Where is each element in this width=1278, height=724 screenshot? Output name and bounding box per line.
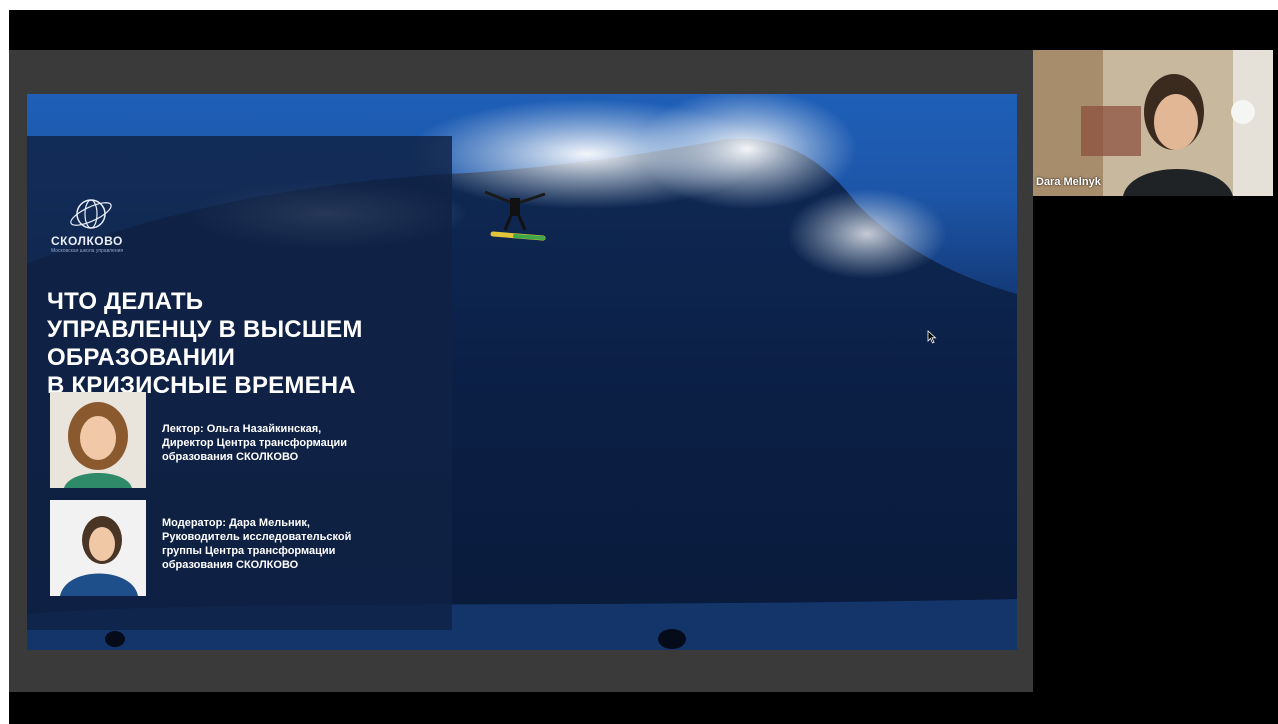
moderator-line: Модератор: Дара Мельник, [162,517,310,529]
logo-text: СКОЛКОВО [51,234,123,248]
skolkovo-logo: СКОЛКОВО Московская школа управления [49,196,149,256]
moderator-info: Модератор: Дара Мельник, Руководитель ис… [162,516,351,572]
lecturer-line: Лектор: Ольга Назайкинская, [162,423,322,435]
meeting-window: СКОЛКОВО Московская школа управления ЧТО… [9,10,1278,724]
participant-video-tile[interactable]: Dara Melnyk [1033,50,1273,196]
moderator-block: Модератор: Дара Мельник, Руководитель ис… [50,500,430,598]
moderator-photo [50,500,146,596]
lecturer-block: Лектор: Ольга Назайкинская, Директор Цен… [50,392,430,490]
title-line: ОБРАЗОВАНИИ [47,344,236,371]
screen-share-area: СКОЛКОВО Московская школа управления ЧТО… [9,50,1033,692]
skolkovo-logo-icon [70,199,112,229]
participant-name-label: Dara Melnyk [1036,176,1101,188]
title-line: ЧТО ДЕЛАТЬ [47,288,204,315]
logo-subtitle: Московская школа управления [51,248,124,254]
participant-video-feed [1033,50,1273,196]
slide-title: ЧТО ДЕЛАТЬ УПРАВЛЕНЦУ В ВЫСШЕМ ОБРАЗОВАН… [47,288,447,400]
presentation-slide: СКОЛКОВО Московская школа управления ЧТО… [27,94,1017,650]
title-line: УПРАВЛЕНЦУ В ВЫСШЕМ [47,316,363,343]
moderator-line: группы Центра трансформации [162,545,336,557]
lecturer-line: образования СКОЛКОВО [162,451,299,463]
moderator-line: образования СКОЛКОВО [162,559,299,571]
mouse-cursor-icon [927,330,937,344]
moderator-line: Руководитель исследовательской [162,531,352,543]
info-panel: СКОЛКОВО Московская школа управления ЧТО… [27,136,452,630]
lecturer-line: Директор Центра трансформации [162,437,348,449]
lecturer-photo [50,392,146,488]
lecturer-info: Лектор: Ольга Назайкинская, Директор Цен… [162,422,347,464]
